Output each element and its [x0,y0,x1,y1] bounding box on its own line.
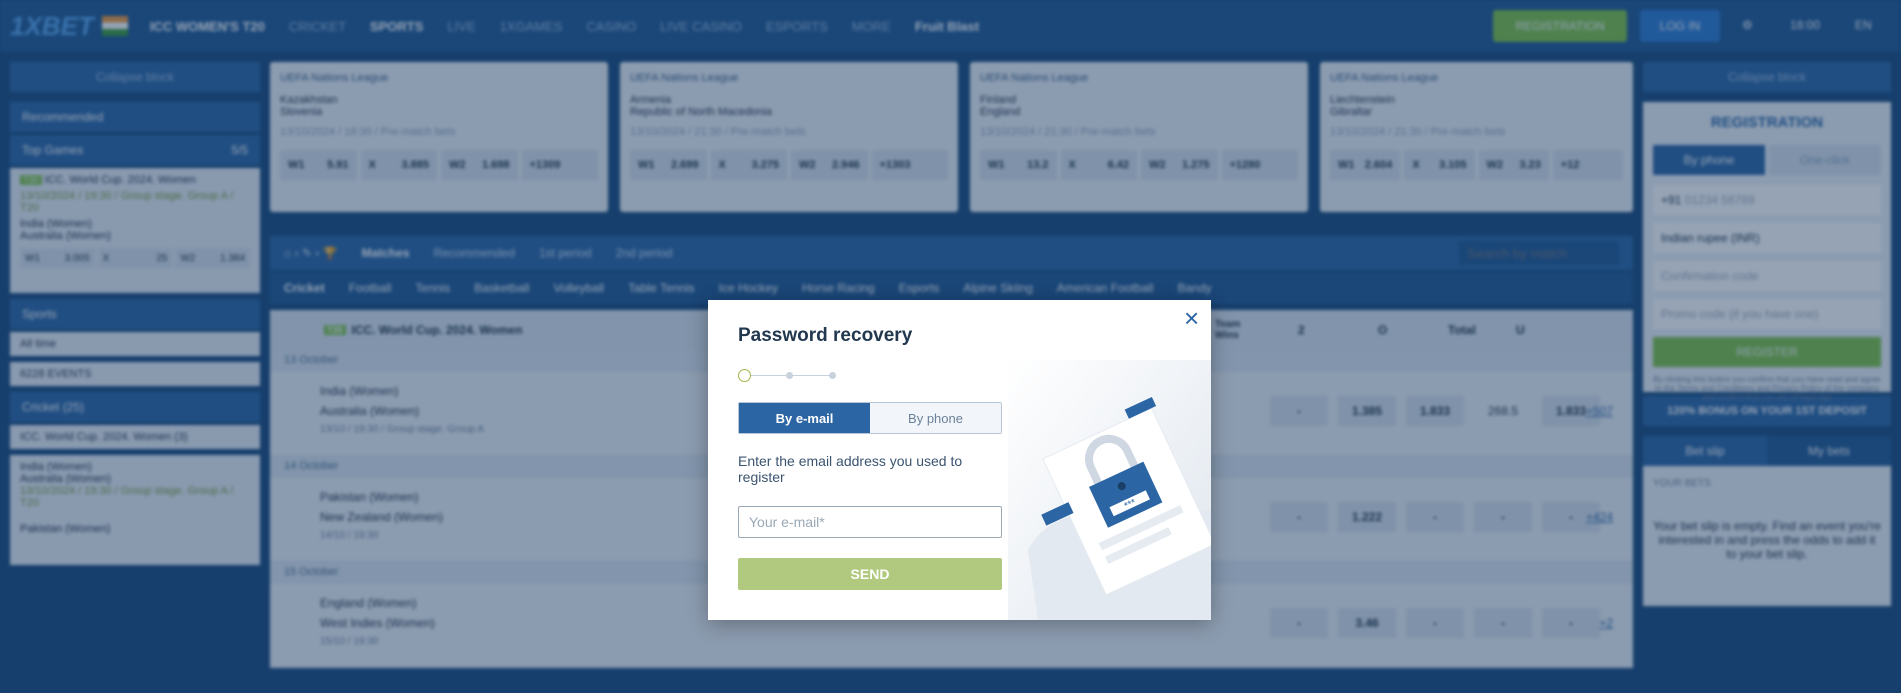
step-3 [829,372,836,379]
dialog-title: Password recovery [738,325,913,346]
recovery-method-toggle: By e-mail By phone [738,402,1002,434]
by-phone-tab[interactable]: By phone [870,403,1001,433]
step-2 [786,372,793,379]
send-button[interactable]: SEND [738,558,1002,590]
step-1-active [738,369,751,382]
email-input[interactable] [738,506,1002,538]
password-recovery-dialog: *** Password recovery × By e-mail By pho… [708,300,1211,620]
by-email-tab[interactable]: By e-mail [739,403,870,433]
step-indicator [738,368,840,382]
lock-illustration: *** [1008,360,1211,620]
close-icon[interactable]: × [1184,305,1199,331]
instructions-text: Enter the email address you used to regi… [738,453,963,485]
